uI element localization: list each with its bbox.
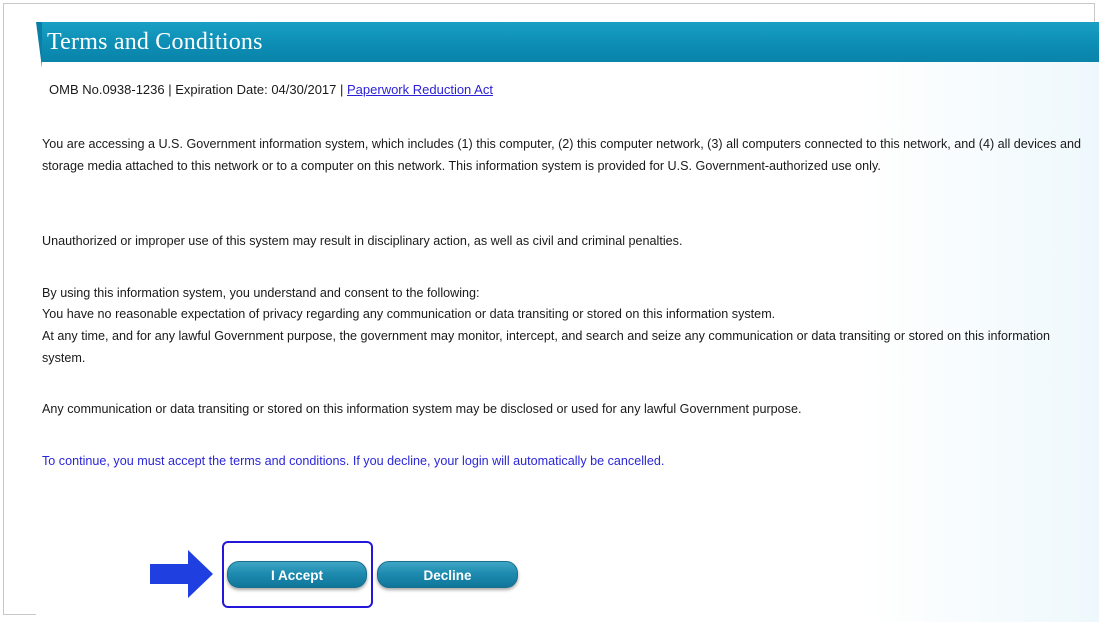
unauthorized-use-paragraph: Unauthorized or improper use of this sys… (42, 234, 683, 248)
page-title: Terms and Conditions (47, 29, 263, 55)
privacy-line: You have no reasonable expectation of pr… (42, 307, 776, 321)
consent-intro-line: By using this information system, you un… (42, 286, 480, 300)
decline-button[interactable]: Decline (377, 561, 518, 588)
system-access-paragraph: You are accessing a U.S. Government info… (42, 137, 1081, 173)
continue-notice: To continue, you must accept the terms a… (42, 454, 665, 468)
omb-number-text: OMB No.0938-1236 | Expiration Date: 04/3… (49, 82, 347, 97)
right-arrow-icon (150, 550, 213, 598)
accept-button[interactable]: I Accept (227, 561, 367, 588)
monitoring-paragraph: At any time, and for any lawful Governme… (42, 329, 1051, 365)
paperwork-reduction-act-link[interactable]: Paperwork Reduction Act (347, 82, 493, 97)
disclosure-paragraph: Any communication or data transiting or … (42, 402, 802, 416)
omb-line: OMB No.0938-1236 | Expiration Date: 04/3… (49, 82, 493, 98)
